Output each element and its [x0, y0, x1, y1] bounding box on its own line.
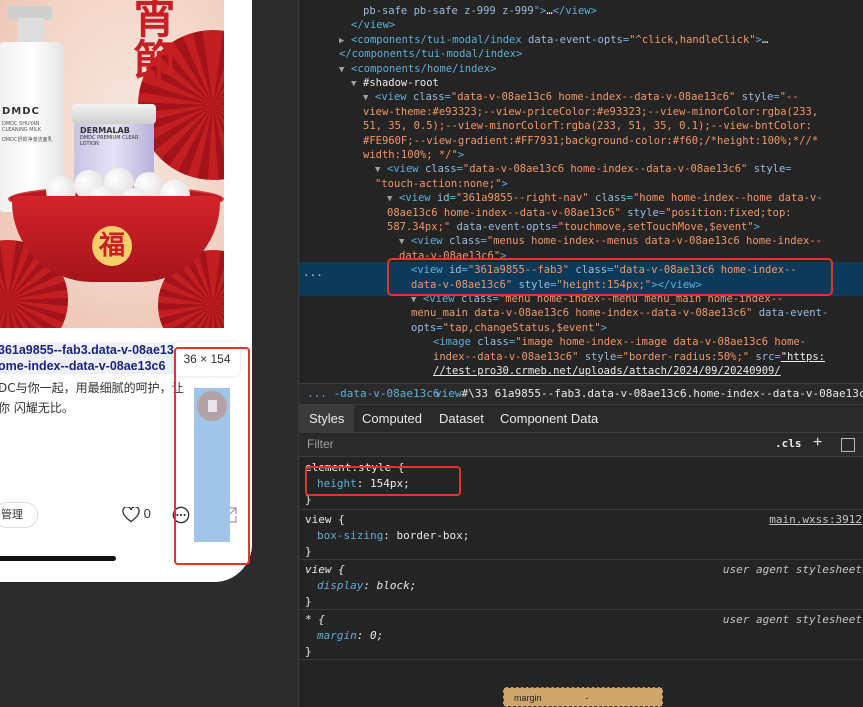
style-declaration[interactable]: margin: 0;	[305, 628, 863, 644]
dom-node-line[interactable]: ▼ <view class="data-v-08ae13c6 home-index…	[363, 90, 799, 105]
bottle-label-text: DMDC SHUYAN CLEANING MILK	[2, 121, 42, 133]
dom-node-line[interactable]: </view>	[351, 18, 395, 32]
style-declaration[interactable]: box-sizing: border-box;	[305, 528, 863, 544]
source-link[interactable]: main.wxss:3912	[769, 512, 862, 528]
rule-close: }	[305, 545, 312, 558]
box-model-margin-value: -	[585, 693, 589, 703]
dom-node-line[interactable]: view-theme:#e93323;--view-priceColor:#e9…	[363, 105, 818, 119]
tab-styles[interactable]: Styles	[299, 405, 355, 433]
style-property: margin	[317, 629, 357, 642]
rule-view-ua: view { user agent stylesheet display: bl…	[299, 560, 863, 610]
tab-component-data[interactable]: Component Data	[490, 405, 608, 433]
style-value: border-box;	[396, 529, 470, 542]
dom-node-line[interactable]: ▼ <view id="361a9855--right-nav" class="h…	[387, 191, 823, 206]
style-property: display	[317, 579, 364, 592]
box-model-margin-label: margin	[514, 693, 542, 703]
breadcrumb-item-current[interactable]: view#\33 61a9855--fab3.data-v-08ae13c6.h…	[435, 384, 863, 404]
dom-node-line[interactable]: ▼ <view class="data-v-08ae13c6 home-index…	[375, 162, 792, 177]
dom-node-line[interactable]: width:100%; */">	[363, 148, 464, 162]
annotation-box-style	[305, 466, 461, 496]
styles-toolbar: Filter .cls +	[299, 433, 863, 457]
lotion-label: DERMALAB DMDC PREMIUM CLEAR LOTION	[80, 126, 150, 147]
style-property: box-sizing	[317, 529, 384, 542]
sidebar-tabs: Styles Computed Dataset Component Data	[299, 405, 863, 433]
breadcrumb-selector: #\33 61a9855--fab3.data-v-08ae13c6.home-…	[461, 387, 863, 400]
bottle-brand: DMDC	[2, 106, 40, 117]
dom-node-line[interactable]: opts="tap,changeStatus,$event">	[411, 321, 607, 335]
manage-button[interactable]: 管理	[0, 502, 38, 528]
annotation-box-node	[387, 258, 833, 296]
source-label: user agent stylesheet	[722, 613, 862, 626]
dom-node-line[interactable]: ▶ <components/tui-modal/index data-event-…	[339, 33, 768, 48]
breadcrumb-tag: view	[435, 387, 462, 400]
breadcrumb: ... -data-v-08ae13c6 view#\33 61a9855--f…	[299, 383, 863, 405]
rule-view-main: view { main.wxss:3912 box-sizing: border…	[299, 510, 863, 560]
style-declaration[interactable]: display: block;	[305, 578, 863, 594]
cls-button[interactable]: .cls	[775, 437, 802, 450]
rule-close: }	[305, 645, 312, 658]
plus-icon[interactable]: +	[813, 434, 822, 452]
post-text: DC与你一起，用最细腻的呵护，让你 闪耀无比。	[0, 381, 184, 415]
banner-calligraphy: 宵節	[127, 0, 176, 80]
home-indicator	[0, 556, 116, 561]
filter-input[interactable]: Filter	[307, 437, 334, 451]
bottle-neck	[18, 18, 44, 44]
breadcrumb-item-parent[interactable]: ... -data-v-08ae13c6	[307, 384, 439, 404]
elements-tree[interactable]: ... pb-safe pb-safe z-999 z-999">…</view…	[299, 0, 863, 383]
rule-close: }	[305, 595, 312, 608]
node-more-dots[interactable]: ...	[303, 266, 323, 280]
dom-node-line[interactable]: index--data-v-08ae13c6" style="border-ra…	[433, 350, 825, 364]
dom-node-line[interactable]: #FE960F;--view-gradient:#FF7931;backgrou…	[363, 134, 818, 148]
dom-node-line[interactable]: 51, 35, 0.5);--view-minorColorT:rgba(233…	[363, 119, 812, 133]
dom-node-line[interactable]: //test-pro30.crmeb.net/uploads/attach/20…	[433, 364, 781, 378]
like-count: 0	[143, 506, 151, 521]
dom-node-line[interactable]: menu_main data-v-08ae13c6 home-index--da…	[411, 306, 828, 320]
dom-node-line[interactable]: ▼ #shadow-root	[351, 76, 439, 91]
annotation-box-simulator	[174, 347, 250, 565]
tab-computed[interactable]: Computed	[352, 405, 432, 433]
dom-node-line[interactable]: ▼ <view class="menus home-index--menus da…	[399, 234, 822, 249]
dom-node-line[interactable]: <image class="image home-index--image da…	[433, 335, 806, 349]
bottle-label-text-cn: DMDC舒颜净澈洁面乳	[2, 137, 53, 143]
dom-node-line[interactable]: ▼ <components/home/index>	[339, 62, 496, 77]
rule-universal-ua: * { user agent stylesheet margin: 0; }	[299, 610, 863, 660]
dom-node-line[interactable]: pb-safe pb-safe z-999 z-999">…</view>	[363, 4, 597, 18]
lotion-brand: DERMALAB	[80, 126, 130, 135]
dom-node-line[interactable]: </components/tui-modal/index>	[339, 47, 522, 61]
simulator-panel: 宵節 DMDC DMDC SHUYAN CLEANING MILK DMDC舒颜…	[0, 0, 298, 707]
lotion-label-text: DMDC PREMIUM CLEAR LOTION	[80, 135, 139, 147]
like-button[interactable]: 0	[122, 506, 151, 523]
fu-character: 福	[92, 226, 132, 266]
heart-icon	[122, 506, 140, 522]
sidebar-toggle-icon[interactable]	[841, 438, 855, 452]
style-value: 0;	[370, 629, 384, 642]
style-value: block;	[376, 579, 417, 592]
devtools-panel: ... pb-safe pb-safe z-999 z-999">…</view…	[298, 0, 863, 707]
source-label: user agent stylesheet	[722, 563, 862, 576]
dom-node-line[interactable]: 587.34px;" data-event-opts="touchmove,se…	[387, 220, 760, 234]
box-model-diagram: margin -	[503, 687, 663, 707]
lotion-lid	[72, 104, 156, 124]
post-title[interactable]: 361a9855--fab3.data-v-08ae13 ome-index--…	[0, 342, 188, 374]
tab-dataset[interactable]: Dataset	[429, 405, 494, 433]
dom-node-line[interactable]: 08ae13c6 home-index--data-v-08ae13c6" st…	[387, 206, 792, 220]
bottle-label: DMDC DMDC SHUYAN CLEANING MILK DMDC舒颜净澈洁…	[2, 106, 60, 143]
promo-banner[interactable]: 宵節 DMDC DMDC SHUYAN CLEANING MILK DMDC舒颜…	[0, 0, 224, 328]
dom-node-line[interactable]: "touch-action:none;">	[375, 177, 508, 191]
